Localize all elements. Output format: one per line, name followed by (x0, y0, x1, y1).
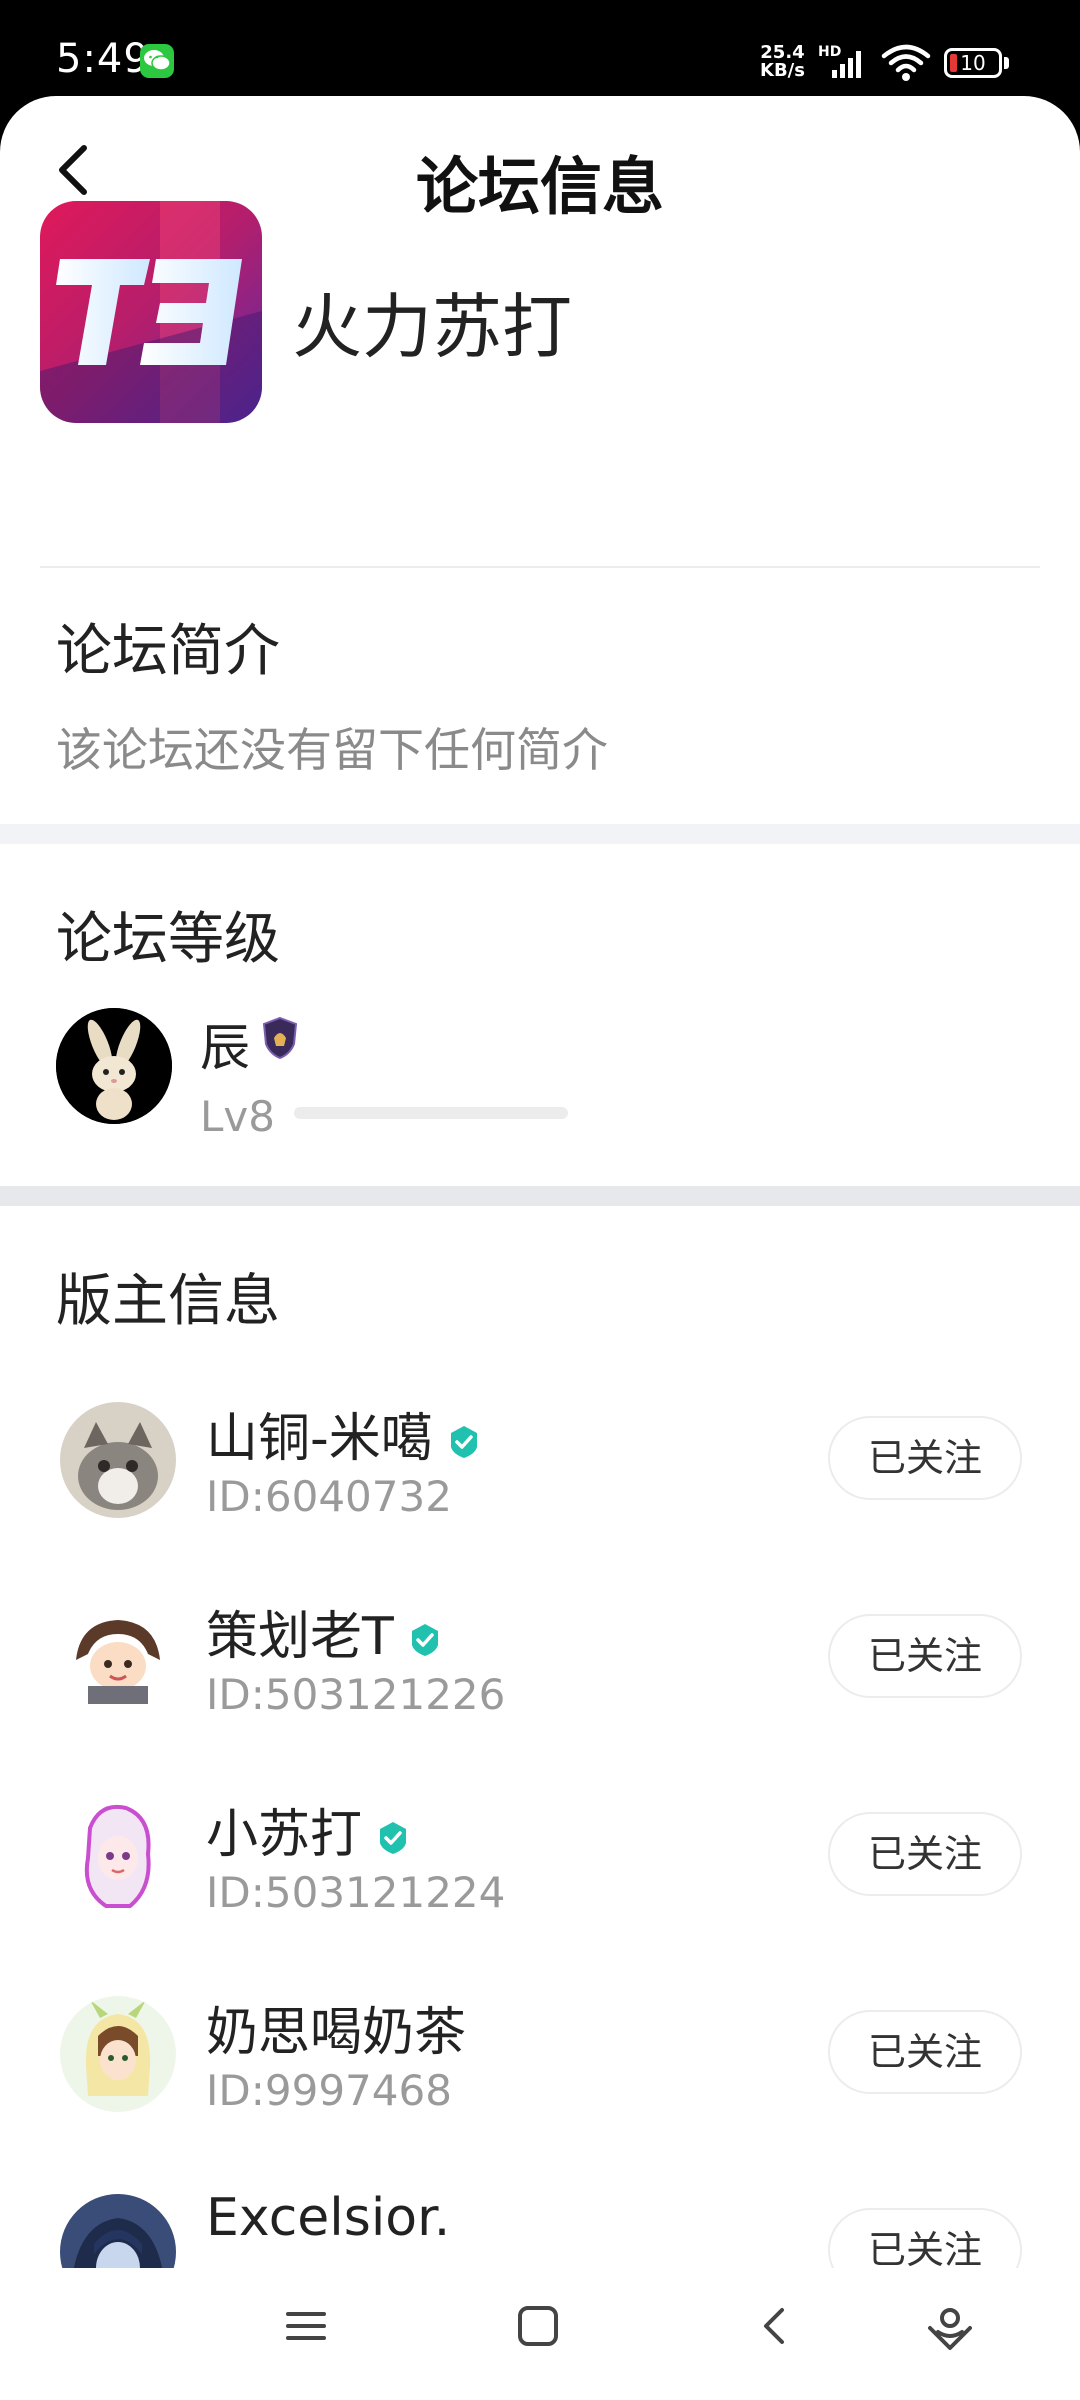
battery-icon: 10 (944, 48, 1002, 78)
follow-button[interactable]: 已关注 (828, 1812, 1022, 1896)
follow-button[interactable]: 已关注 (828, 2010, 1022, 2094)
section-divider (0, 824, 1080, 844)
moderator-name-text: 奶思喝奶茶 (206, 2003, 467, 2063)
avatar[interactable] (60, 1600, 176, 1716)
divider (40, 566, 1040, 568)
level-user-name: 辰 (200, 1019, 250, 1077)
home-icon[interactable] (516, 2304, 560, 2348)
moderator-id: ID:503121226 (206, 1670, 506, 1719)
navigation-bar (0, 2268, 1080, 2400)
list-item[interactable]: 山铜-米噶 ID:6040732 已关注 (0, 1402, 1080, 1592)
avatar[interactable] (56, 1008, 172, 1124)
verified-icon (380, 1822, 407, 1854)
intro-title: 论坛简介 (56, 619, 280, 684)
verified-icon (411, 1624, 438, 1656)
moderators-title: 版主信息 (56, 1269, 280, 1334)
moderator-name: 山铜-米噶 (206, 1396, 481, 1471)
signal-icon (832, 51, 861, 78)
moderator-name: 奶思喝奶茶 (206, 1990, 466, 2065)
intro-text: 该论坛还没有留下任何简介 (56, 723, 608, 777)
menu-icon[interactable] (284, 2304, 328, 2348)
level-title: 论坛等级 (56, 907, 280, 972)
list-item[interactable]: 小苏打 ID:503121224 已关注 (0, 1798, 1080, 1988)
wechat-icon (140, 44, 174, 78)
avatar[interactable] (60, 1996, 176, 2112)
status-time: 5:49 (56, 36, 150, 82)
back-icon[interactable] (752, 2304, 796, 2348)
moderator-name: 策划老T (206, 1594, 442, 1669)
avatar[interactable] (60, 1402, 176, 1518)
battery-level: 10 (960, 51, 986, 75)
list-item[interactable]: 策划老T ID:503121226 已关注 (0, 1600, 1080, 1790)
assistant-icon[interactable] (926, 2304, 974, 2352)
wifi-icon (881, 44, 931, 81)
follow-button[interactable]: 已关注 (828, 1416, 1022, 1500)
moderator-id: ID:9997468 (206, 2066, 452, 2115)
verified-icon (450, 1426, 477, 1458)
forum-name: 火力苏打 (292, 286, 572, 368)
moderator-name-text: 小苏打 (206, 1805, 363, 1865)
forum-info-page: 论坛信息 火力苏打 论坛简介 该论坛还没有留下任何简介 论坛等级 辰 Lv8 版… (0, 96, 1080, 2400)
moderator-id: ID:503121224 (206, 1868, 506, 1917)
battery-cap (1004, 57, 1009, 69)
list-item[interactable]: 奶思喝奶茶 ID:9997468 已关注 (0, 1996, 1080, 2186)
moderator-name-text: Excelsior. (206, 2188, 451, 2248)
avatar[interactable] (60, 1798, 176, 1914)
section-divider (0, 1186, 1080, 1206)
status-bar: 5:49 25.4 KB/s HD 10 (0, 0, 1080, 110)
shield-badge-icon (262, 1016, 298, 1060)
network-speed-unit: KB/s (760, 60, 805, 81)
moderator-name: 小苏打 (206, 1792, 410, 1867)
level-progress-bar (294, 1107, 568, 1119)
moderator-name-text: 山铜-米噶 (206, 1409, 433, 1469)
level-label: Lv8 (200, 1092, 275, 1141)
network-speed: 25.4 KB/s (760, 44, 805, 80)
moderator-id: ID:6040732 (206, 1472, 452, 1521)
moderator-name-text: 策划老T (206, 1607, 394, 1667)
moderator-name: Excelsior. (206, 2188, 450, 2248)
follow-button[interactable]: 已关注 (828, 1614, 1022, 1698)
forum-logo (40, 201, 262, 423)
